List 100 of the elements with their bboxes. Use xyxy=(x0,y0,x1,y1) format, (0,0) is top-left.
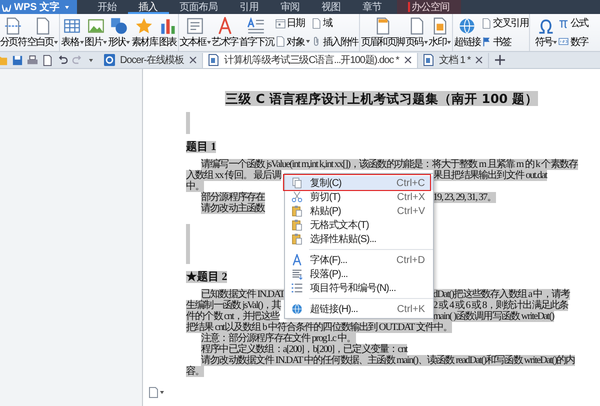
page-break-icon xyxy=(4,17,22,35)
text-box-icon xyxy=(186,17,204,35)
save-icon[interactable] xyxy=(12,54,23,66)
menu-item[interactable]: 项目符号和编号(N)... xyxy=(285,281,433,295)
table-icon xyxy=(63,17,82,35)
tab-label: 计算机等级考试三级C语言...开100题).doc * xyxy=(224,54,399,67)
pi-icon xyxy=(558,18,570,29)
ribbon-button[interactable]: 页码 xyxy=(405,14,428,51)
print-icon[interactable] xyxy=(27,54,38,66)
menu-tab[interactable]: 办公空间 xyxy=(396,0,461,14)
ribbon-button[interactable]: 艺术字 xyxy=(212,14,238,51)
menu-item[interactable]: 复制(C) Ctrl+C xyxy=(285,176,433,190)
document-tab[interactable]: Docer-在线模板 xyxy=(99,52,204,68)
menu-item[interactable]: 段落(P)... xyxy=(285,267,433,281)
ribbon-button[interactable]: 书签 xyxy=(481,34,528,49)
body-text: 注意：部分源程序存在文件 prog1.c 中。 xyxy=(201,333,356,344)
body-text: 容。 xyxy=(186,366,204,377)
globe-icon xyxy=(291,303,303,315)
caret-icon[interactable] xyxy=(160,391,164,394)
list-icon xyxy=(291,282,303,294)
menu-item[interactable]: 字体(F)... Ctrl+D xyxy=(285,253,433,267)
ribbon-button[interactable]: 分页符 xyxy=(0,14,26,51)
menu-tab[interactable]: 审阅 xyxy=(270,0,311,14)
section-heading: ★题目 2 xyxy=(186,271,228,283)
ribbon-button[interactable]: 对象 xyxy=(274,34,310,49)
ribbon-button[interactable]: 水印 xyxy=(428,14,452,51)
omega-icon xyxy=(537,17,556,35)
tab-label: 文档 1 * xyxy=(438,54,470,67)
body-text: 把结果 cnt以及数组 b 中符合条件的四位数输出到 OUT.DAT 文件中。 xyxy=(186,322,452,333)
ribbon-button[interactable]: 域 xyxy=(310,16,358,30)
app-menu-button[interactable]: WPS 文字 xyxy=(0,0,77,14)
section-heading: 题目 1 xyxy=(186,141,216,153)
calendar-icon xyxy=(274,18,286,29)
clipboard-icon xyxy=(291,233,303,245)
body-text: 件的个数 cnt，并把这些 xyxy=(186,311,280,322)
body-text: dDat()把这些数存入数组 a 中，请考 xyxy=(433,289,570,300)
bar-chart-icon xyxy=(158,17,177,35)
body-text: main( )函数调用写函数 writeDat() xyxy=(433,311,554,322)
ribbon-button[interactable]: 插入附件 xyxy=(310,34,358,49)
clipboard-icon xyxy=(291,219,303,231)
logo-icon xyxy=(2,2,11,12)
star-icon xyxy=(135,17,154,35)
menu-item[interactable]: 无格式文本(T) xyxy=(285,218,433,232)
menu-tab[interactable]: 引用 xyxy=(228,0,270,14)
ribbon-button[interactable]: 文本框 xyxy=(180,14,211,51)
undo-icon[interactable] xyxy=(57,54,68,66)
paragraph-icon xyxy=(291,268,303,280)
body-text: 请勿改动数据文件 IN.DAT 中的任何数据、主函数 main()、读函数 readDat()和写函数 writeDat()的内 xyxy=(201,355,575,366)
body-text: 中。 xyxy=(186,181,204,192)
ribbon-button[interactable]: 公式 xyxy=(558,16,588,30)
body-text: 入数组 xx 传回。 最后调 xyxy=(186,170,281,181)
ribbon-button[interactable]: 表格 xyxy=(61,14,84,51)
tab-label: Docer-在线模板 xyxy=(120,54,184,67)
body-text: 生编制一函数 jsVal()，其 xyxy=(186,300,281,311)
menu-tab[interactable]: 页面布局 xyxy=(168,0,229,14)
drop-cap-icon xyxy=(247,17,266,35)
menu-tab[interactable]: 章节 xyxy=(352,0,393,14)
app-name: WPS 文字 xyxy=(14,0,60,14)
ribbon-button[interactable]: 素材库 xyxy=(131,14,158,51)
menu-item[interactable]: 超链接(H)... Ctrl+K xyxy=(285,302,433,316)
page-icon[interactable] xyxy=(149,387,158,398)
number-box-icon xyxy=(558,36,570,48)
scissors-icon xyxy=(291,191,303,203)
body-text: 已知数据文件 IN.DAT xyxy=(201,289,284,300)
ribbon-button[interactable]: 日期 xyxy=(274,16,310,30)
close-icon[interactable] xyxy=(404,56,412,64)
body-text: 部分源程序存在 xyxy=(201,192,265,203)
ribbon-button[interactable]: 图表 xyxy=(158,14,177,51)
ribbon-button[interactable]: 数字 xyxy=(558,34,588,49)
caret-icon xyxy=(64,6,69,8)
ribbon-button[interactable]: 超链接 xyxy=(454,14,480,51)
menu-item[interactable]: 粘贴(P) Ctrl+V xyxy=(285,204,433,218)
letter-a-icon xyxy=(216,17,234,35)
ribbon-button[interactable]: 形状 xyxy=(108,14,130,51)
ribbon-button[interactable]: 空白页 xyxy=(27,14,58,51)
body-text: 19, 23, 29, 31, 37。 xyxy=(433,192,496,203)
document-title: 三级 C 语言程序设计上机考试习题集（南开 100 题） xyxy=(225,91,538,106)
document-tab[interactable]: 文档 1 * xyxy=(418,52,490,68)
menu-item[interactable]: 剪切(T) Ctrl+X xyxy=(285,190,433,204)
globe-icon xyxy=(458,17,476,35)
menu-tab[interactable]: 插入 xyxy=(128,0,169,14)
flag-icon xyxy=(481,36,492,48)
close-icon[interactable] xyxy=(189,56,198,64)
letter-a-icon xyxy=(291,254,303,266)
shapes-icon xyxy=(110,17,128,35)
ribbon-button[interactable]: 图片 xyxy=(84,14,108,51)
body-text: 请勿改动主函数 xyxy=(201,203,265,214)
ribbon-button[interactable]: 页眉和页脚 xyxy=(360,14,404,51)
copy-icon xyxy=(291,177,303,189)
menu-item[interactable]: 选择性粘贴(S)... xyxy=(285,232,433,246)
preview-icon[interactable] xyxy=(42,54,53,66)
ribbon-button[interactable]: 首字下沉 xyxy=(238,14,274,51)
menu-tab[interactable]: 开始 xyxy=(86,0,128,14)
new-tab-icon[interactable] xyxy=(495,55,506,65)
caret-icon[interactable] xyxy=(89,58,93,62)
menu-tab[interactable]: 视图 xyxy=(310,0,352,14)
document-tab[interactable]: 计算机等级考试三级C语言...开100题).doc * xyxy=(203,52,418,68)
close-icon[interactable] xyxy=(475,56,484,64)
ribbon-button[interactable]: 交叉引用 xyxy=(481,16,528,30)
body-text: 请编写一个函数 jsValue(int m,int k,int xx[])，该函数的功能是：将大于整数 m 且紧靠 m 的 k 个素数存 xyxy=(201,159,578,170)
